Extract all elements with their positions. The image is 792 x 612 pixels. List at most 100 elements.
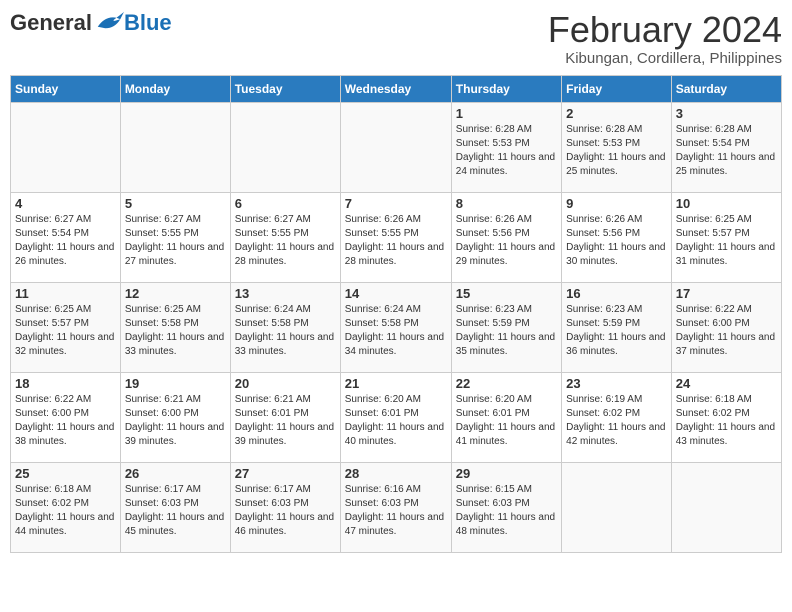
calendar-table: SundayMondayTuesdayWednesdayThursdayFrid… bbox=[10, 75, 782, 553]
calendar-day-cell bbox=[120, 102, 230, 192]
day-number: 13 bbox=[235, 286, 336, 301]
day-number: 23 bbox=[566, 376, 667, 391]
logo: General Blue bbox=[10, 10, 172, 36]
day-info: Sunrise: 6:17 AMSunset: 6:03 PMDaylight:… bbox=[235, 483, 336, 539]
calendar-day-cell bbox=[562, 462, 672, 552]
day-info: Sunrise: 6:26 AMSunset: 5:56 PMDaylight:… bbox=[566, 213, 667, 269]
calendar-week-row: 1 Sunrise: 6:28 AMSunset: 5:53 PMDaylight… bbox=[11, 102, 782, 192]
calendar-day-header: Saturday bbox=[671, 75, 781, 102]
day-number: 14 bbox=[345, 286, 447, 301]
day-info: Sunrise: 6:26 AMSunset: 5:55 PMDaylight:… bbox=[345, 213, 447, 269]
calendar-day-cell: 4 Sunrise: 6:27 AMSunset: 5:54 PMDaylight… bbox=[11, 192, 121, 282]
calendar-day-cell: 19 Sunrise: 6:21 AMSunset: 6:00 PMDayligh… bbox=[120, 372, 230, 462]
calendar-day-cell: 21 Sunrise: 6:20 AMSunset: 6:01 PMDayligh… bbox=[340, 372, 451, 462]
calendar-day-cell: 27 Sunrise: 6:17 AMSunset: 6:03 PMDayligh… bbox=[230, 462, 340, 552]
day-number: 12 bbox=[125, 286, 226, 301]
logo-bird-icon bbox=[94, 11, 124, 35]
day-number: 11 bbox=[15, 286, 116, 301]
day-info: Sunrise: 6:25 AMSunset: 5:57 PMDaylight:… bbox=[15, 303, 116, 359]
calendar-day-cell bbox=[11, 102, 121, 192]
day-number: 8 bbox=[456, 196, 557, 211]
day-info: Sunrise: 6:28 AMSunset: 5:53 PMDaylight:… bbox=[566, 123, 667, 179]
day-number: 5 bbox=[125, 196, 226, 211]
day-info: Sunrise: 6:21 AMSunset: 6:01 PMDaylight:… bbox=[235, 393, 336, 449]
title-block: February 2024 Kibungan, Cordillera, Phil… bbox=[548, 10, 782, 67]
day-info: Sunrise: 6:25 AMSunset: 5:58 PMDaylight:… bbox=[125, 303, 226, 359]
page-header: General Blue February 2024 Kibungan, Cor… bbox=[10, 10, 782, 67]
page-subtitle: Kibungan, Cordillera, Philippines bbox=[548, 50, 782, 67]
calendar-day-header: Monday bbox=[120, 75, 230, 102]
logo-general-text: General bbox=[10, 10, 92, 36]
calendar-day-header: Sunday bbox=[11, 75, 121, 102]
calendar-day-cell: 18 Sunrise: 6:22 AMSunset: 6:00 PMDayligh… bbox=[11, 372, 121, 462]
day-number: 6 bbox=[235, 196, 336, 211]
calendar-day-cell: 14 Sunrise: 6:24 AMSunset: 5:58 PMDayligh… bbox=[340, 282, 451, 372]
calendar-day-cell: 7 Sunrise: 6:26 AMSunset: 5:55 PMDaylight… bbox=[340, 192, 451, 282]
day-info: Sunrise: 6:23 AMSunset: 5:59 PMDaylight:… bbox=[566, 303, 667, 359]
calendar-week-row: 11 Sunrise: 6:25 AMSunset: 5:57 PMDayligh… bbox=[11, 282, 782, 372]
day-info: Sunrise: 6:22 AMSunset: 6:00 PMDaylight:… bbox=[676, 303, 777, 359]
day-info: Sunrise: 6:20 AMSunset: 6:01 PMDaylight:… bbox=[456, 393, 557, 449]
calendar-day-cell: 10 Sunrise: 6:25 AMSunset: 5:57 PMDayligh… bbox=[671, 192, 781, 282]
calendar-day-cell: 9 Sunrise: 6:26 AMSunset: 5:56 PMDaylight… bbox=[562, 192, 672, 282]
calendar-day-cell: 17 Sunrise: 6:22 AMSunset: 6:00 PMDayligh… bbox=[671, 282, 781, 372]
calendar-day-cell: 2 Sunrise: 6:28 AMSunset: 5:53 PMDaylight… bbox=[562, 102, 672, 192]
calendar-day-cell bbox=[230, 102, 340, 192]
day-info: Sunrise: 6:18 AMSunset: 6:02 PMDaylight:… bbox=[676, 393, 777, 449]
day-number: 25 bbox=[15, 466, 116, 481]
calendar-day-cell: 25 Sunrise: 6:18 AMSunset: 6:02 PMDayligh… bbox=[11, 462, 121, 552]
day-number: 16 bbox=[566, 286, 667, 301]
day-number: 7 bbox=[345, 196, 447, 211]
calendar-day-cell bbox=[340, 102, 451, 192]
calendar-day-cell: 29 Sunrise: 6:15 AMSunset: 6:03 PMDayligh… bbox=[451, 462, 561, 552]
calendar-day-cell: 24 Sunrise: 6:18 AMSunset: 6:02 PMDayligh… bbox=[671, 372, 781, 462]
day-number: 9 bbox=[566, 196, 667, 211]
calendar-week-row: 25 Sunrise: 6:18 AMSunset: 6:02 PMDayligh… bbox=[11, 462, 782, 552]
day-number: 21 bbox=[345, 376, 447, 391]
day-info: Sunrise: 6:27 AMSunset: 5:54 PMDaylight:… bbox=[15, 213, 116, 269]
day-info: Sunrise: 6:25 AMSunset: 5:57 PMDaylight:… bbox=[676, 213, 777, 269]
calendar-day-cell: 13 Sunrise: 6:24 AMSunset: 5:58 PMDayligh… bbox=[230, 282, 340, 372]
day-number: 4 bbox=[15, 196, 116, 211]
day-number: 17 bbox=[676, 286, 777, 301]
calendar-day-cell: 15Sunrise: 6:23 AMSunset: 5:59 PMDayligh… bbox=[451, 282, 561, 372]
calendar-day-cell: 12 Sunrise: 6:25 AMSunset: 5:58 PMDayligh… bbox=[120, 282, 230, 372]
calendar-day-header: Friday bbox=[562, 75, 672, 102]
day-info: Sunrise: 6:21 AMSunset: 6:00 PMDaylight:… bbox=[125, 393, 226, 449]
day-info: Sunrise: 6:22 AMSunset: 6:00 PMDaylight:… bbox=[15, 393, 116, 449]
day-number: 26 bbox=[125, 466, 226, 481]
calendar-day-cell: 8 Sunrise: 6:26 AMSunset: 5:56 PMDaylight… bbox=[451, 192, 561, 282]
day-number: 20 bbox=[235, 376, 336, 391]
day-info: Sunrise: 6:28 AMSunset: 5:54 PMDaylight:… bbox=[676, 123, 777, 179]
day-number: 24 bbox=[676, 376, 777, 391]
day-number: 29 bbox=[456, 466, 557, 481]
calendar-day-cell: 20 Sunrise: 6:21 AMSunset: 6:01 PMDayligh… bbox=[230, 372, 340, 462]
day-info: Sunrise: 6:16 AMSunset: 6:03 PMDaylight:… bbox=[345, 483, 447, 539]
day-info: Sunrise: 6:27 AMSunset: 5:55 PMDaylight:… bbox=[235, 213, 336, 269]
day-number: 15 bbox=[456, 286, 557, 301]
day-info: Sunrise: 6:24 AMSunset: 5:58 PMDaylight:… bbox=[235, 303, 336, 359]
day-info: Sunrise: 6:26 AMSunset: 5:56 PMDaylight:… bbox=[456, 213, 557, 269]
day-info: Sunrise: 6:15 AMSunset: 6:03 PMDaylight:… bbox=[456, 483, 557, 539]
day-info: Sunrise: 6:24 AMSunset: 5:58 PMDaylight:… bbox=[345, 303, 447, 359]
day-number: 1 bbox=[456, 106, 557, 121]
calendar-day-header: Thursday bbox=[451, 75, 561, 102]
calendar-day-cell: 11 Sunrise: 6:25 AMSunset: 5:57 PMDayligh… bbox=[11, 282, 121, 372]
day-number: 19 bbox=[125, 376, 226, 391]
day-number: 27 bbox=[235, 466, 336, 481]
day-info: Sunrise: 6:27 AMSunset: 5:55 PMDaylight:… bbox=[125, 213, 226, 269]
calendar-day-cell: 26Sunrise: 6:17 AMSunset: 6:03 PMDayligh… bbox=[120, 462, 230, 552]
page-title: February 2024 bbox=[548, 10, 782, 50]
calendar-day-cell bbox=[671, 462, 781, 552]
calendar-week-row: 18 Sunrise: 6:22 AMSunset: 6:00 PMDayligh… bbox=[11, 372, 782, 462]
day-info: Sunrise: 6:20 AMSunset: 6:01 PMDaylight:… bbox=[345, 393, 447, 449]
calendar-day-cell: 22Sunrise: 6:20 AMSunset: 6:01 PMDayligh… bbox=[451, 372, 561, 462]
day-number: 10 bbox=[676, 196, 777, 211]
day-info: Sunrise: 6:18 AMSunset: 6:02 PMDaylight:… bbox=[15, 483, 116, 539]
day-info: Sunrise: 6:28 AMSunset: 5:53 PMDaylight:… bbox=[456, 123, 557, 179]
day-number: 18 bbox=[15, 376, 116, 391]
calendar-header-row: SundayMondayTuesdayWednesdayThursdayFrid… bbox=[11, 75, 782, 102]
calendar-day-cell: 1 Sunrise: 6:28 AMSunset: 5:53 PMDaylight… bbox=[451, 102, 561, 192]
day-number: 2 bbox=[566, 106, 667, 121]
calendar-day-cell: 23Sunrise: 6:19 AMSunset: 6:02 PMDayligh… bbox=[562, 372, 672, 462]
